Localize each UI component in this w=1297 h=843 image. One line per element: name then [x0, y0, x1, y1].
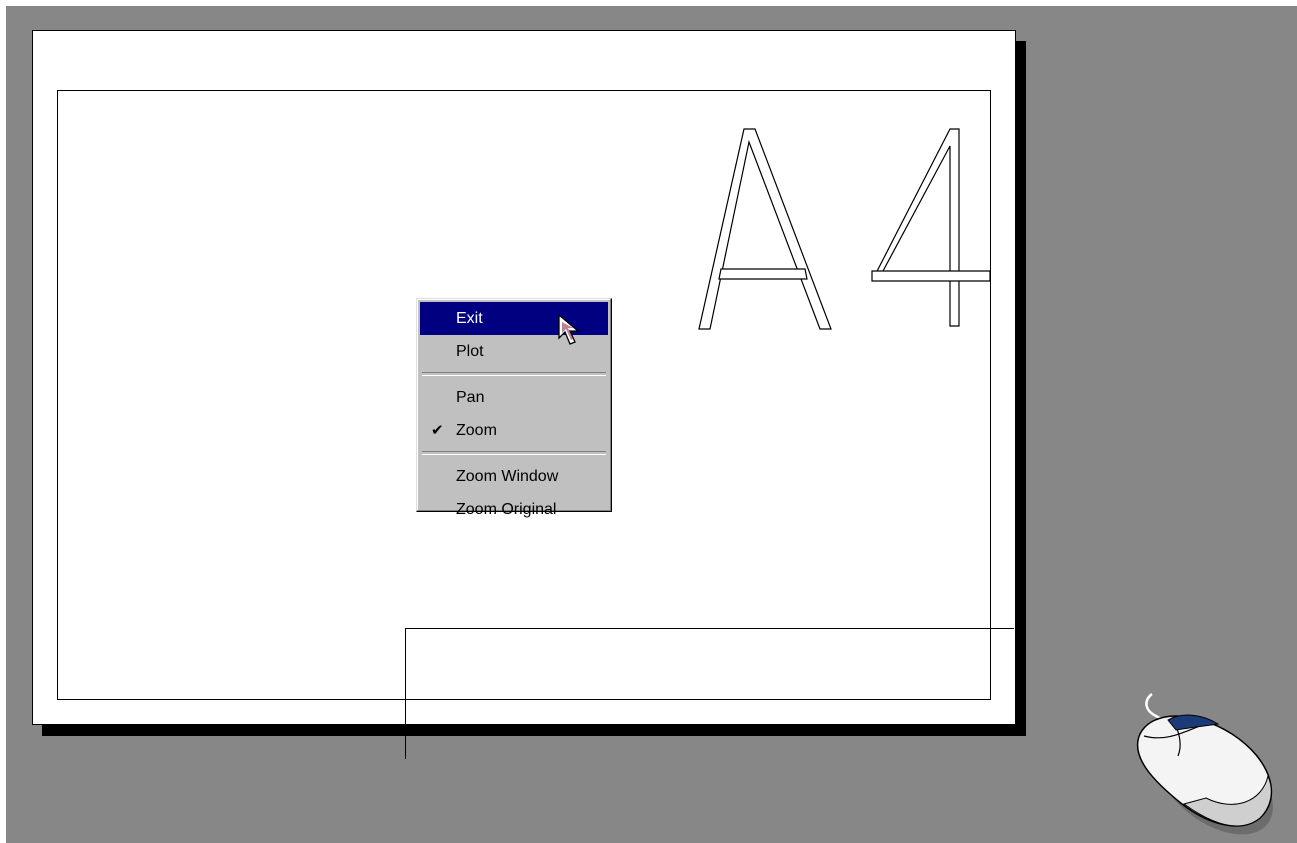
- menu-item-label: Pan: [456, 389, 485, 406]
- menu-separator: [422, 372, 606, 376]
- computer-mouse-icon: [1136, 693, 1273, 835]
- menu-item-zoom-window[interactable]: Zoom Window: [420, 460, 608, 493]
- context-menu: Exit Plot Pan ✔ Zoom Zoom Window Zoom Or…: [416, 298, 612, 518]
- menu-item-label: Zoom: [456, 422, 497, 439]
- menu-item-pan[interactable]: Pan: [420, 381, 608, 414]
- menu-item-label: Exit: [456, 310, 483, 327]
- letter-4-outline: [871, 128, 991, 327]
- menu-separator: [422, 451, 606, 455]
- drawing-viewport[interactable]: A4 Exit Plot Pan ✔ Zoom: [6, 6, 1297, 843]
- menu-item-label: Zoom Window: [456, 468, 559, 485]
- menu-item-label: Zoom Original: [456, 501, 557, 518]
- letter-a-outline: [698, 128, 832, 330]
- menu-item-zoom[interactable]: ✔ Zoom: [420, 414, 608, 447]
- menu-item-label: Plot: [456, 343, 484, 360]
- arrow-cursor-icon: [558, 314, 580, 345]
- menu-item-zoom-original[interactable]: Zoom Original: [420, 493, 608, 526]
- sheet-size-label: A4: [698, 128, 991, 330]
- checkmark-icon: ✔: [431, 422, 444, 439]
- title-block: [405, 628, 1014, 759]
